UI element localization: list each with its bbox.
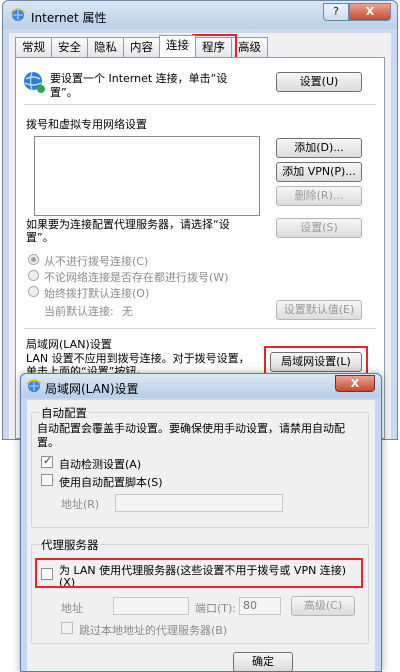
set-default-button[interactable]: 设置默认值(E) bbox=[276, 300, 362, 320]
bypass-local-label[interactable]: 跳过本地地址的代理服务器(B) bbox=[79, 622, 227, 638]
use-proxy-checkbox[interactable] bbox=[41, 568, 53, 580]
tab-content[interactable]: 内容 bbox=[123, 37, 160, 57]
add-button[interactable]: 添加(D)... bbox=[276, 138, 362, 158]
tab-privacy[interactable]: 隐私 bbox=[87, 37, 124, 57]
ok-button[interactable]: 确定 bbox=[233, 652, 293, 672]
radio-always-dial[interactable] bbox=[28, 286, 39, 297]
lan-window-title: 局域网(LAN)设置 bbox=[45, 382, 139, 396]
proxy-address-input[interactable] bbox=[113, 597, 189, 615]
proxy-address-label: 地址 bbox=[61, 602, 83, 615]
separator-2 bbox=[24, 328, 376, 329]
tab-general[interactable]: 常规 bbox=[15, 37, 52, 57]
separator-1 bbox=[24, 104, 376, 105]
dialup-connections-list[interactable] bbox=[34, 136, 260, 216]
lan-title-bar: 局域网(LAN)设置 X bbox=[21, 374, 381, 398]
window-title: Internet 属性 bbox=[31, 11, 107, 25]
internet-explorer-icon bbox=[10, 8, 26, 21]
radio-never-dial-label: 从不进行拨号连接(C) bbox=[44, 255, 149, 268]
lan-client: 自动配置 自动配置会覆盖手动设置。要确保使用手动设置，请禁用自动配置。 自动检测… bbox=[27, 400, 375, 672]
close-button[interactable]: X bbox=[349, 3, 391, 21]
script-address-input[interactable] bbox=[115, 494, 283, 512]
auto-detect-label[interactable]: 自动检测设置(A) bbox=[59, 456, 141, 472]
lan-section-title: 局域网(LAN)设置 bbox=[26, 338, 112, 351]
auto-detect-checkbox[interactable] bbox=[41, 454, 53, 468]
tab-advanced[interactable]: 高级 bbox=[231, 37, 268, 57]
setup-button[interactable]: 设置(U) bbox=[276, 72, 362, 92]
title-bar: Internet 属性 ? X bbox=[3, 1, 397, 29]
use-script-checkbox[interactable] bbox=[41, 474, 53, 486]
proxy-hint-text: 如果要为连接配置代理服务器，请选择“设置”。 bbox=[26, 218, 230, 244]
tab-strip: 常规 安全 隐私 内容 连接 程序 高级 bbox=[15, 35, 268, 57]
globe-connect-icon bbox=[24, 71, 45, 93]
dialup-section-title: 拨号和虚拟专用网络设置 bbox=[26, 118, 147, 131]
script-address-label: 地址(R) bbox=[61, 498, 100, 511]
tab-security[interactable]: 安全 bbox=[51, 37, 88, 57]
remove-button[interactable]: 删除(R)... bbox=[276, 186, 362, 206]
internet-explorer-icon bbox=[26, 379, 42, 392]
current-default-label: 当前默认连接: bbox=[44, 305, 114, 318]
add-vpn-button[interactable]: 添加 VPN(P)... bbox=[276, 162, 362, 182]
bypass-local-checkbox[interactable] bbox=[61, 622, 73, 634]
use-script-label[interactable]: 使用自动配置脚本(S) bbox=[59, 474, 163, 490]
help-button[interactable]: ? bbox=[323, 3, 349, 21]
radio-dial-whenever[interactable] bbox=[28, 270, 39, 281]
current-default-value: 无 bbox=[122, 305, 133, 318]
radio-always-dial-label: 始终拨打默认连接(O) bbox=[44, 287, 150, 300]
use-proxy-label[interactable]: 为 LAN 使用代理服务器(这些设置不用于拨号或 VPN 连接)(X) bbox=[59, 565, 349, 589]
advanced-button[interactable]: 高级(C) bbox=[291, 596, 355, 616]
port-input[interactable]: 80 bbox=[239, 597, 281, 615]
radio-never-dial[interactable] bbox=[28, 254, 39, 265]
auto-config-title: 自动配置 bbox=[39, 405, 89, 421]
radio-dial-whenever-label: 不论网络连接是否存在都进行拨号(W) bbox=[44, 271, 229, 284]
setup-text: 要设置一个 Internet 连接，单击“设置”。 bbox=[50, 72, 228, 99]
tab-programs[interactable]: 程序 bbox=[195, 37, 232, 57]
tab-connections[interactable]: 连接 bbox=[159, 35, 196, 57]
lan-settings-button[interactable]: 局域网设置(L) bbox=[270, 352, 362, 372]
auto-config-description: 自动配置会覆盖手动设置。要确保使用手动设置，请禁用自动配置。 bbox=[37, 422, 345, 449]
lan-close-button[interactable]: X bbox=[335, 375, 375, 392]
port-label: 端口(T): bbox=[195, 602, 237, 615]
lan-settings-dialog: 局域网(LAN)设置 X 自动配置 自动配置会覆盖手动设置。要确保使用手动设置，… bbox=[20, 373, 382, 672]
settings-button[interactable]: 设置(S) bbox=[276, 218, 362, 238]
proxy-group-title: 代理服务器 bbox=[39, 537, 101, 553]
